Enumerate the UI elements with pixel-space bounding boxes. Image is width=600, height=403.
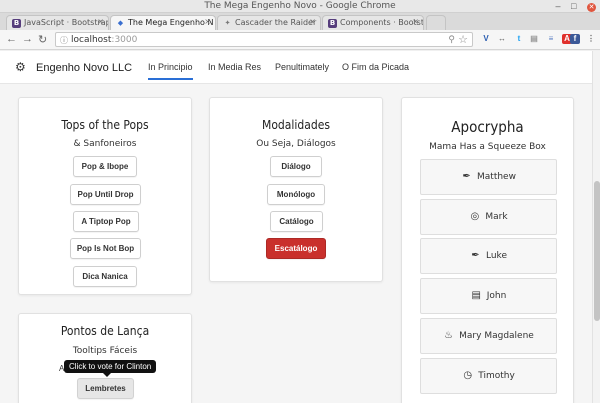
- pen-nib-icon: ✒: [462, 171, 471, 182]
- browser-tab[interactable]: B Components · Bootstr ×: [322, 15, 424, 30]
- back-icon[interactable]: ←: [6, 33, 17, 45]
- extension-box-icon[interactable]: ▤: [529, 34, 539, 44]
- bootstrap-favicon-icon: B: [328, 19, 337, 28]
- page-info-icon[interactable]: ⓘ: [60, 35, 68, 46]
- vote-tooltip: Click to vote for Clinton: [64, 360, 157, 373]
- list-item-timothy[interactable]: ◷ Timothy: [420, 358, 557, 394]
- window-controls: – □ ✕: [556, 1, 596, 12]
- extension-lines-icon[interactable]: ≡: [546, 34, 556, 44]
- close-window-button[interactable]: ✕: [587, 3, 596, 12]
- nav-link-o-fim-da-picada[interactable]: O Fim da Picada: [342, 62, 409, 72]
- list-item-john[interactable]: ▤ John: [420, 278, 557, 314]
- site-favicon-icon: ◆: [117, 19, 124, 27]
- card-pontos-de-lanca: Pontos de Lança Tooltips Fáceis A o Clic…: [18, 313, 192, 403]
- card-subtitle: Mama Has a Squeeze Box: [429, 142, 546, 152]
- list-item-mark[interactable]: ◎ Mark: [420, 199, 557, 235]
- extension-v-icon[interactable]: V: [481, 34, 491, 44]
- tab-close-icon[interactable]: ×: [309, 17, 316, 26]
- bootstrap-favicon-icon: B: [12, 19, 21, 28]
- nav-link-penultimately[interactable]: Penultimately: [275, 62, 329, 72]
- menu-icon[interactable]: ⋮: [586, 34, 596, 44]
- list-item-luke[interactable]: ✒ Luke: [420, 238, 557, 274]
- new-tab-button[interactable]: [426, 15, 446, 30]
- generic-favicon-icon: ✦: [224, 19, 231, 27]
- tab-label: Cascader the Raider: [235, 18, 317, 27]
- fire-icon: ♨: [444, 330, 454, 341]
- minimize-button[interactable]: –: [556, 1, 565, 11]
- catalogo-button[interactable]: Catálogo: [270, 211, 323, 232]
- card-subtitle: Ou Seja, Diálogos: [256, 139, 336, 149]
- twitter-icon[interactable]: t: [514, 34, 524, 44]
- extension-arrow-icon[interactable]: ↔: [497, 34, 507, 44]
- maximize-button[interactable]: □: [571, 1, 580, 11]
- card-title: Pontos de Lança: [60, 324, 150, 338]
- card-subtitle: & Sanfoneiros: [73, 139, 137, 149]
- tooltip-arrow: [103, 373, 111, 377]
- facebook-icon[interactable]: f: [570, 34, 580, 44]
- tab-strip: B JavaScript · Bootstrap × ◆ The Mega En…: [0, 13, 600, 30]
- tab-label: The Mega Engenho N: [128, 18, 214, 27]
- tab-close-icon[interactable]: ×: [97, 17, 104, 26]
- lembretes-button[interactable]: Lembretes: [77, 378, 134, 399]
- pop-is-not-bop-button[interactable]: Pop Is Not Bop: [70, 238, 141, 259]
- nav-link-in-principio[interactable]: In Principio: [148, 62, 193, 80]
- bullseye-icon: ◎: [470, 211, 480, 222]
- reload-icon[interactable]: ↻: [38, 33, 47, 46]
- tab-close-icon[interactable]: ×: [204, 17, 211, 26]
- search-icon[interactable]: ⚲: [448, 34, 455, 45]
- web-page: ⚙ Engenho Novo LLC In Principio In Media …: [0, 51, 592, 403]
- monologo-button[interactable]: Monólogo: [267, 184, 325, 205]
- url-text[interactable]: localhost:3000: [71, 35, 137, 45]
- browser-toolbar: ← → ↻ ⓘ localhost:3000 ⚲ ☆ V ↔ t ▤ ≡ A f…: [0, 30, 600, 50]
- card-title: Modalidades: [262, 118, 330, 132]
- dica-nanica-button[interactable]: Dica Nanica: [73, 266, 137, 287]
- pen-nib-icon: ✒: [471, 250, 480, 261]
- clock-icon: ◷: [463, 370, 473, 381]
- pop-ibope-button[interactable]: Pop & Ibope: [73, 156, 137, 177]
- nav-link-in-media-res[interactable]: In Media Res: [208, 62, 261, 72]
- window-titlebar: The Mega Engenho Novo - Google Chrome – …: [0, 0, 600, 13]
- address-bar[interactable]: ⓘ localhost:3000 ⚲ ☆: [55, 32, 473, 47]
- escatalogo-button[interactable]: Escatálogo: [266, 238, 326, 259]
- card-title: Apocrypha: [451, 118, 524, 136]
- gears-icon: ⚙: [15, 60, 26, 74]
- card-modalidades: Modalidades Ou Seja, Diálogos Diálogo Mo…: [209, 97, 383, 282]
- pop-until-drop-button[interactable]: Pop Until Drop: [70, 184, 141, 205]
- page-scrollbar[interactable]: [592, 51, 600, 403]
- tiptop-pop-button[interactable]: A Tiptop Pop: [73, 211, 139, 232]
- site-navbar: ⚙ Engenho Novo LLC In Principio In Media …: [0, 51, 592, 84]
- list-item-matthew[interactable]: ✒ Matthew: [420, 159, 557, 195]
- book-icon: ▤: [471, 290, 481, 301]
- dialogo-button[interactable]: Diálogo: [270, 156, 322, 177]
- card-tops-of-the-pops: Tops of the Pops & Sanfoneiros Pop & Ibo…: [18, 97, 192, 295]
- site-brand[interactable]: ⚙ Engenho Novo LLC: [15, 60, 132, 74]
- bookmark-star-icon[interactable]: ☆: [458, 33, 468, 46]
- card-title: Tops of the Pops: [61, 118, 149, 132]
- scrollbar-thumb[interactable]: [594, 181, 600, 321]
- window-title: The Mega Engenho Novo - Google Chrome: [204, 1, 396, 11]
- forward-icon[interactable]: →: [22, 33, 33, 45]
- card-subtitle: Tooltips Fáceis: [72, 346, 138, 356]
- tab-close-icon[interactable]: ×: [412, 17, 419, 26]
- list-item-mary-magdalene[interactable]: ♨ Mary Magdalene: [420, 318, 557, 354]
- browser-tab[interactable]: ✦ Cascader the Raider ×: [217, 15, 321, 30]
- card-apocrypha: Apocrypha Mama Has a Squeeze Box ✒ Matthe…: [401, 97, 574, 403]
- tab-label: JavaScript · Bootstrap: [24, 18, 109, 27]
- browser-tab-active[interactable]: ◆ The Mega Engenho N ×: [110, 15, 216, 30]
- browser-tab[interactable]: B JavaScript · Bootstrap ×: [6, 15, 109, 30]
